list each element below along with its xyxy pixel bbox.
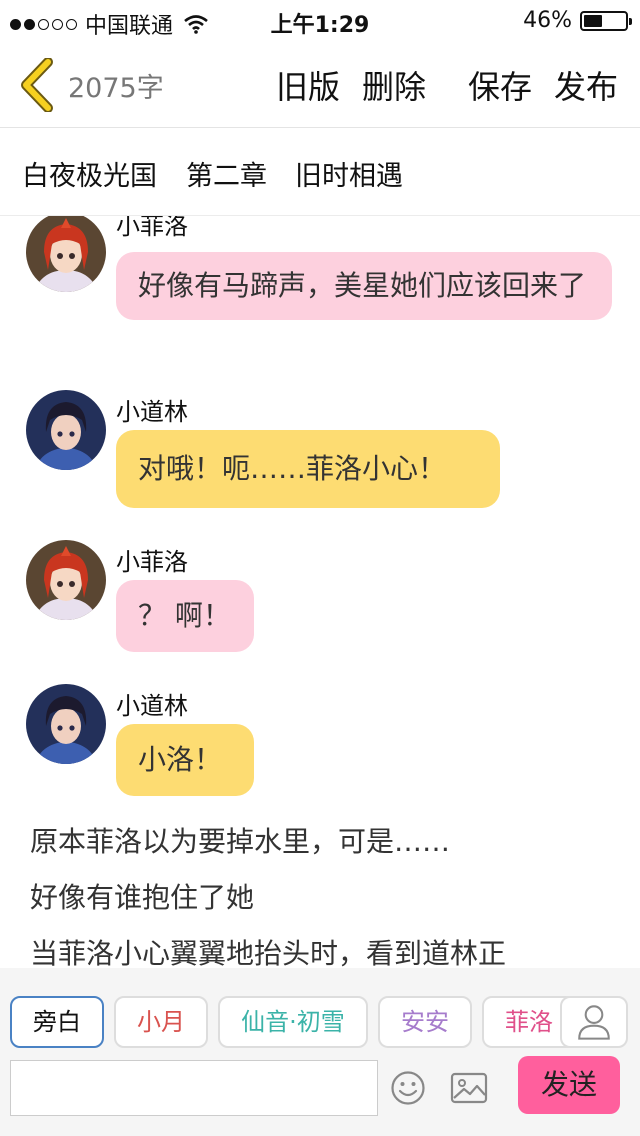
status-right: 46% [523,8,632,33]
editor-toolbar: 2075字 旧版 删除 保存 发布 [0,42,640,128]
message-input[interactable] [10,1060,378,1116]
role-button-xianyin-chuxue[interactable]: 仙音·初雪 [218,996,368,1048]
input-bar: 发送 [0,1054,640,1136]
back-chevron-icon[interactable] [18,58,58,112]
narration-line[interactable]: 当菲洛小心翼翼地抬头时，看到道林正 [30,932,506,968]
chapter-title-bar[interactable]: 白夜极光国 第二章 旧时相遇 [0,128,640,216]
smiley-icon[interactable] [390,1070,426,1106]
book-title: 白夜极光国 [22,161,157,192]
message-bubble[interactable]: 小洛！ [116,724,254,796]
role-button-anan[interactable]: 安安 [378,996,472,1048]
feiluo-avatar[interactable] [26,540,106,620]
daolin-avatar[interactable] [26,684,106,764]
daolin-avatar-image [26,390,106,470]
feiluo-avatar[interactable] [26,216,106,292]
image-icon[interactable] [450,1072,488,1104]
save-button[interactable]: 保存 [468,62,532,108]
role-button-xiaoyue[interactable]: 小月 [114,996,208,1048]
chapter-number: 第二章 [186,161,267,192]
role-button-narrator[interactable]: 旁白 [10,996,104,1048]
message-bubble[interactable]: 对哦！呃……菲洛小心！ [116,430,500,508]
message-bubble[interactable]: 好像有马蹄声，美星她们应该回来了 [116,252,612,320]
role-selector-bar: 旁白 小月 仙音·初雪 安安 菲洛 [0,968,640,1054]
chapter-title: 旧时相遇 [295,161,403,192]
delete-button[interactable]: 删除 [362,62,426,108]
word-count: 2075字 [68,73,164,104]
narration-line[interactable]: 好像有谁抱住了她 [30,876,254,916]
status-bar: 中国联通 上午1:29 46% [0,0,640,42]
daolin-avatar[interactable] [26,390,106,470]
chat-area[interactable]: 小菲洛 好像有马蹄声，美星她们应该回来了 小道林 对哦！呃……菲洛小心！ 小菲洛… [0,216,640,968]
sender-name: 小道林 [116,398,188,426]
user-icon [578,1005,610,1040]
daolin-avatar-image [26,684,106,764]
battery-fill [584,14,603,27]
sender-name: 小道林 [116,692,188,720]
battery-percent: 46% [523,8,572,33]
old-version-button[interactable]: 旧版 [276,62,340,108]
sender-name: 小菲洛 [116,216,188,240]
role-manager-button[interactable] [560,996,628,1048]
send-button[interactable]: 发送 [518,1056,620,1114]
message-bubble[interactable]: ？ 啊！ [116,580,254,652]
narration-line[interactable]: 原本菲洛以为要掉水里，可是…… [30,820,450,860]
feiluo-avatar-image [26,540,106,620]
publish-button[interactable]: 发布 [554,62,618,108]
feiluo-avatar-image [26,216,106,292]
battery-icon [580,10,632,31]
sender-name: 小菲洛 [116,548,188,576]
